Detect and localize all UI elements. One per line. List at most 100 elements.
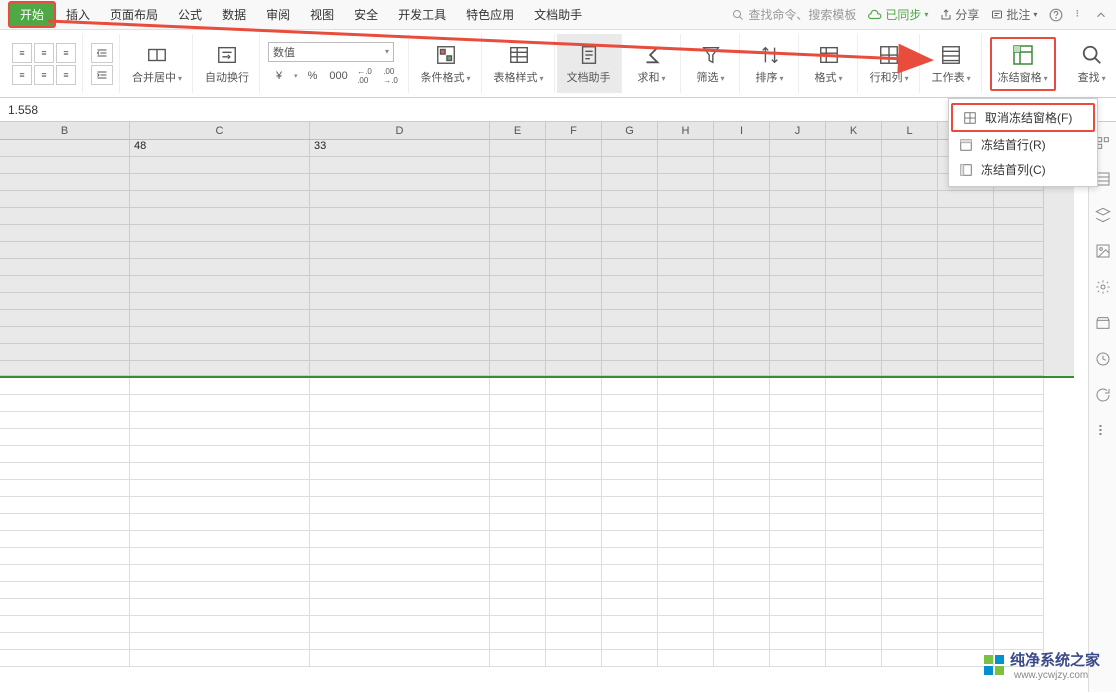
cell[interactable] <box>0 174 130 191</box>
cell[interactable] <box>602 480 658 497</box>
cell[interactable] <box>938 531 994 548</box>
cell[interactable] <box>714 446 770 463</box>
align-top-right[interactable]: ≡ <box>56 43 76 63</box>
cell[interactable] <box>714 480 770 497</box>
cell[interactable] <box>602 344 658 361</box>
cell[interactable] <box>490 412 546 429</box>
cell[interactable] <box>826 174 882 191</box>
col-header[interactable]: K <box>826 122 882 139</box>
cell[interactable] <box>882 242 938 259</box>
cell[interactable] <box>310 208 490 225</box>
cell[interactable] <box>826 650 882 667</box>
cell[interactable] <box>826 191 882 208</box>
cell[interactable] <box>994 531 1044 548</box>
cell[interactable] <box>938 225 994 242</box>
cell[interactable] <box>658 497 714 514</box>
cell[interactable] <box>490 276 546 293</box>
unfreeze-panes-item[interactable]: 取消冻结窗格(F) <box>951 103 1095 132</box>
cell[interactable] <box>938 548 994 565</box>
cell[interactable] <box>310 599 490 616</box>
cell[interactable] <box>658 293 714 310</box>
cell[interactable] <box>658 446 714 463</box>
cell[interactable] <box>770 191 826 208</box>
cell[interactable] <box>938 582 994 599</box>
side-archive-icon[interactable] <box>1094 314 1112 332</box>
cell[interactable] <box>310 429 490 446</box>
cell[interactable] <box>310 174 490 191</box>
cell[interactable] <box>714 208 770 225</box>
cell[interactable] <box>714 378 770 395</box>
cell[interactable] <box>826 157 882 174</box>
cell[interactable] <box>490 327 546 344</box>
cell[interactable] <box>826 276 882 293</box>
cell[interactable] <box>658 276 714 293</box>
cell[interactable] <box>826 446 882 463</box>
table-row[interactable] <box>0 514 1074 531</box>
cell[interactable] <box>938 599 994 616</box>
cell[interactable] <box>490 344 546 361</box>
cell[interactable] <box>490 633 546 650</box>
cell[interactable] <box>994 565 1044 582</box>
cell[interactable] <box>130 548 310 565</box>
cell[interactable] <box>826 310 882 327</box>
cell[interactable] <box>0 259 130 276</box>
cell[interactable] <box>826 225 882 242</box>
cell[interactable] <box>0 378 130 395</box>
sync-status[interactable]: 已同步▾ <box>868 6 928 23</box>
cell[interactable] <box>658 157 714 174</box>
cell[interactable] <box>882 599 938 616</box>
table-row[interactable] <box>0 344 1074 361</box>
cell[interactable] <box>310 412 490 429</box>
cell[interactable] <box>130 395 310 412</box>
cell[interactable] <box>490 293 546 310</box>
freeze-first-col-item[interactable]: 冻结首列(C) <box>949 157 1097 182</box>
cell[interactable] <box>994 310 1044 327</box>
cell[interactable] <box>826 344 882 361</box>
decrease-decimal[interactable]: .00→.0 <box>380 66 402 86</box>
cell[interactable] <box>658 310 714 327</box>
cell[interactable] <box>546 599 602 616</box>
cell[interactable] <box>490 548 546 565</box>
cell[interactable] <box>770 463 826 480</box>
cell[interactable] <box>658 378 714 395</box>
cell[interactable] <box>994 225 1044 242</box>
cell[interactable] <box>658 650 714 667</box>
cell[interactable] <box>0 548 130 565</box>
cell[interactable] <box>770 480 826 497</box>
cell[interactable] <box>658 174 714 191</box>
cell[interactable] <box>130 276 310 293</box>
table-row[interactable] <box>0 242 1074 259</box>
cell[interactable] <box>658 361 714 376</box>
cell[interactable] <box>882 565 938 582</box>
cell[interactable] <box>938 395 994 412</box>
cell[interactable] <box>130 480 310 497</box>
cell[interactable] <box>714 599 770 616</box>
cell[interactable] <box>602 582 658 599</box>
cell[interactable] <box>546 412 602 429</box>
cell[interactable] <box>882 395 938 412</box>
cell[interactable] <box>546 429 602 446</box>
cell[interactable] <box>994 582 1044 599</box>
cell[interactable] <box>658 463 714 480</box>
cell[interactable] <box>602 548 658 565</box>
cell[interactable] <box>938 616 994 633</box>
cell[interactable] <box>994 361 1044 376</box>
cell[interactable] <box>882 412 938 429</box>
cell[interactable] <box>546 497 602 514</box>
cell[interactable] <box>770 599 826 616</box>
cell[interactable] <box>770 633 826 650</box>
cell[interactable] <box>130 531 310 548</box>
cell[interactable] <box>938 327 994 344</box>
cell[interactable] <box>130 208 310 225</box>
cell[interactable] <box>714 174 770 191</box>
cell[interactable] <box>882 276 938 293</box>
cell[interactable] <box>770 208 826 225</box>
tab-security[interactable]: 安全 <box>344 3 388 26</box>
cell[interactable] <box>602 293 658 310</box>
cell[interactable] <box>546 480 602 497</box>
cell[interactable] <box>310 582 490 599</box>
cell[interactable] <box>826 242 882 259</box>
cell[interactable] <box>130 344 310 361</box>
cell[interactable] <box>938 514 994 531</box>
cell[interactable] <box>826 582 882 599</box>
